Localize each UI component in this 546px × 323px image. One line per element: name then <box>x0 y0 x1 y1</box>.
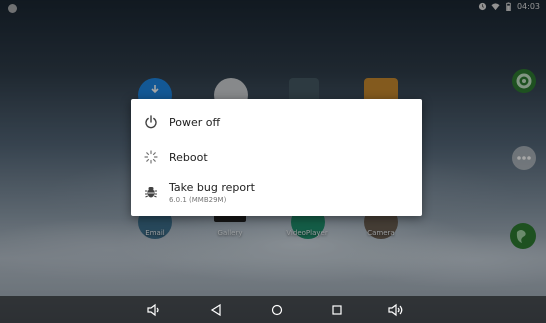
build-version-label: 6.0.1 (MMB29M) <box>169 195 227 204</box>
power-off-item[interactable]: Power off <box>131 105 422 139</box>
bug-report-label: Take bug report <box>169 180 255 194</box>
reboot-label: Reboot <box>169 150 208 164</box>
reboot-item[interactable]: Reboot <box>131 140 422 174</box>
power-icon <box>145 115 157 129</box>
volume-up-icon[interactable] <box>388 302 404 318</box>
bug-report-item[interactable]: Take bug report 6.0.1 (MMB29M) <box>131 175 422 209</box>
navigation-bar <box>0 296 546 323</box>
reboot-spinner-icon <box>144 150 158 164</box>
bug-icon <box>145 187 157 198</box>
volume-down-icon[interactable] <box>146 302 162 318</box>
back-icon[interactable] <box>208 302 224 318</box>
power-off-label: Power off <box>169 115 221 129</box>
power-menu-dialog: Power off Reboot Take bug report 6.0.1 (… <box>131 99 422 216</box>
recents-icon[interactable] <box>329 302 345 318</box>
home-icon[interactable] <box>269 302 285 318</box>
